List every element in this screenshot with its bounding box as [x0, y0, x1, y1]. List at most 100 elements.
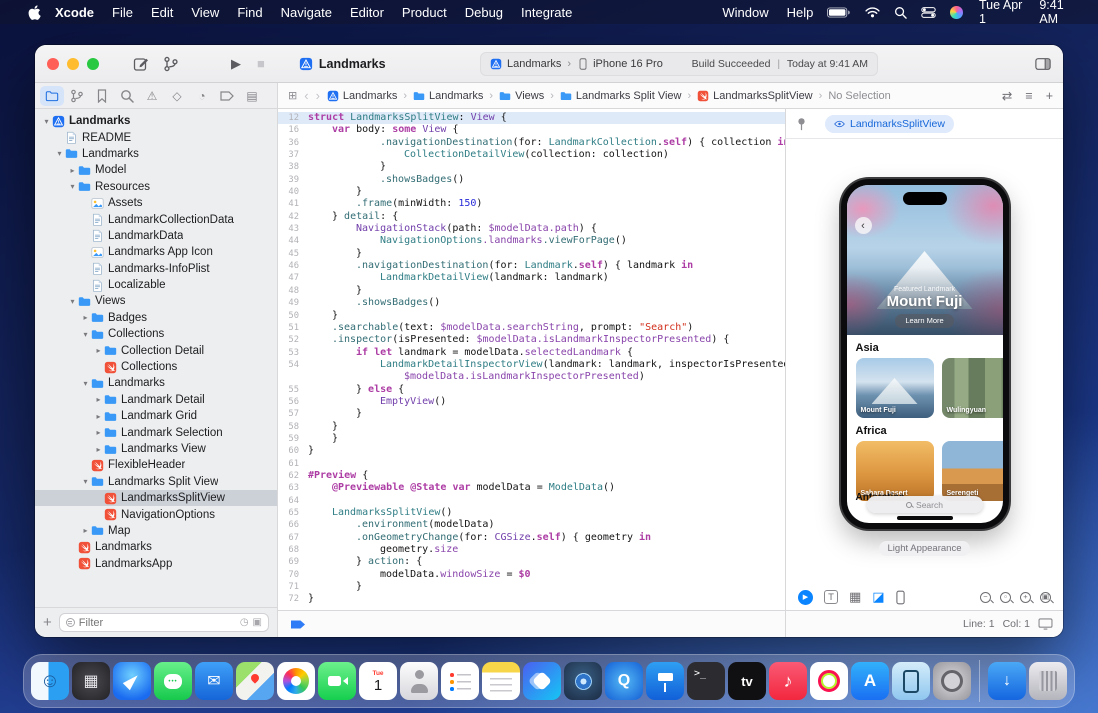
file-row-landmarks-app-icon[interactable]: Landmarks App Icon — [35, 244, 277, 260]
navigator-tab-breakpoints[interactable] — [215, 86, 239, 106]
file-row-collections[interactable]: ▾Collections — [35, 326, 277, 342]
dock-launchpad[interactable] — [72, 662, 110, 700]
code-line[interactable]: 66.environment(modelData) — [278, 519, 785, 531]
file-row-landmark-selection[interactable]: ▸Landmark Selection — [35, 424, 277, 440]
dock-music[interactable] — [769, 662, 807, 700]
disclosure-icon[interactable]: ▸ — [93, 428, 104, 437]
display-icon[interactable] — [1038, 618, 1053, 630]
file-row-landmarks[interactable]: Landmarks — [35, 539, 277, 555]
battery-icon[interactable] — [827, 7, 851, 18]
code-line[interactable]: 69} action: { — [278, 556, 785, 568]
file-row-collections[interactable]: Collections — [35, 359, 277, 375]
navigator-tab-source-control[interactable] — [65, 86, 89, 106]
add-file-button[interactable]: + — [43, 614, 52, 631]
dock-photo-booth[interactable] — [564, 662, 602, 700]
wifi-icon[interactable] — [865, 7, 880, 18]
dock-app-store[interactable] — [851, 662, 889, 700]
file-row-resources[interactable]: ▾Resources — [35, 179, 277, 195]
disclosure-icon[interactable]: ▾ — [80, 379, 91, 388]
stop-button[interactable]: ■ — [257, 56, 265, 71]
preview-pill[interactable]: LandmarksSplitView — [825, 115, 954, 133]
code-line[interactable]: 64 — [278, 495, 785, 507]
dock-keynote[interactable] — [646, 662, 684, 700]
live-preview-button[interactable]: ▶ — [798, 590, 813, 605]
dock-messages[interactable] — [154, 662, 192, 700]
file-row-assets[interactable]: Assets — [35, 195, 277, 211]
code-line[interactable]: 70modelData.windowSize = $0 — [278, 569, 785, 581]
branch-icon[interactable] — [163, 56, 179, 72]
navigator-tab-tests[interactable]: ◇ — [165, 86, 189, 106]
code-line[interactable]: 59} — [278, 433, 785, 445]
file-row-landmarkcollectiondata[interactable]: LandmarkCollectionData — [35, 211, 277, 227]
destination-menu[interactable]: iPhone 16 Pro — [593, 58, 663, 70]
menu-integrate[interactable]: Integrate — [521, 5, 572, 20]
dock-reminders[interactable] — [441, 662, 479, 700]
file-row-model[interactable]: ▸Model — [35, 162, 277, 178]
breadcrumb-views[interactable]: Views — [499, 90, 544, 102]
disclosure-icon[interactable]: ▸ — [93, 346, 104, 355]
navigator-tab-find[interactable] — [115, 86, 139, 106]
file-row-landmarks[interactable]: ▾Landmarks — [35, 113, 277, 129]
back-button[interactable]: ‹ — [855, 217, 872, 234]
code-line[interactable]: 44NavigationOptions.landmarks.viewForPag… — [278, 235, 785, 247]
iphone-preview[interactable]: ‹ Featured Landmark Mount Fuji Learn Mor… — [841, 179, 1009, 529]
code-line[interactable]: 68geometry.size — [278, 544, 785, 556]
disclosure-icon[interactable]: ▸ — [93, 445, 104, 454]
menu-file[interactable]: File — [112, 5, 133, 20]
breadcrumb-landmarkssplitview[interactable]: LandmarksSplitView — [697, 90, 812, 102]
forward-icon[interactable]: › — [316, 88, 320, 103]
code-line[interactable]: 47LandmarkDetailView(landmark: landmark) — [278, 272, 785, 284]
code-line[interactable]: 50} — [278, 310, 785, 322]
file-row-localizable[interactable]: Localizable — [35, 277, 277, 293]
code-line[interactable]: 48} — [278, 285, 785, 297]
menu-edit[interactable]: Edit — [151, 5, 173, 20]
dock-quicktime[interactable] — [605, 662, 643, 700]
zoom-fit-icon[interactable]: ▣ — [1040, 592, 1051, 603]
dock-calendar[interactable]: Tue1 — [359, 662, 397, 700]
file-row-badges[interactable]: ▸Badges — [35, 310, 277, 326]
learn-more-button[interactable]: Learn More — [895, 314, 953, 328]
window-tab[interactable]: Landmarks — [299, 57, 386, 71]
breadcrumb-landmarks[interactable]: Landmarks — [413, 90, 483, 102]
compose-icon[interactable] — [133, 56, 149, 72]
code-line[interactable]: 52.inspector(isPresented: $modelData.isL… — [278, 334, 785, 346]
dock-terminal[interactable] — [687, 662, 725, 700]
disclosure-icon[interactable]: ▸ — [67, 166, 78, 175]
file-row-landmarks-split-view[interactable]: ▾Landmarks Split View — [35, 474, 277, 490]
disclosure-icon[interactable]: ▾ — [67, 297, 78, 306]
file-row-landmarkdata[interactable]: LandmarkData — [35, 228, 277, 244]
add-editor-icon[interactable]: + — [1046, 89, 1053, 103]
dock-downloads[interactable] — [988, 662, 1026, 700]
menu-view[interactable]: View — [191, 5, 219, 20]
filter-input[interactable] — [79, 617, 236, 629]
code-line[interactable]: 43NavigationStack(path: $modelData.path)… — [278, 223, 785, 235]
code-line[interactable]: 42} detail: { — [278, 211, 785, 223]
dock-settings[interactable] — [933, 662, 971, 700]
dock-contacts[interactable] — [400, 662, 438, 700]
filter-field[interactable]: ◷ ▣ — [59, 613, 269, 632]
menu-help[interactable]: Help — [787, 5, 814, 20]
breadcrumb-landmarks[interactable]: Landmarks — [327, 90, 397, 102]
breadcrumb-landmarks-split-view[interactable]: Landmarks Split View — [560, 90, 682, 102]
code-line[interactable]: 56EmptyView() — [278, 396, 785, 408]
file-row-flexibleheader[interactable]: FlexibleHeader — [35, 457, 277, 473]
dock-facetime[interactable] — [318, 662, 356, 700]
minimap-icon[interactable]: ≡ — [1025, 89, 1032, 103]
app-menu-xcode[interactable]: Xcode — [55, 5, 94, 20]
back-icon[interactable]: ‹ — [304, 88, 308, 103]
file-row-collection-detail[interactable]: ▸Collection Detail — [35, 342, 277, 358]
search-icon[interactable] — [894, 6, 907, 19]
code-line[interactable]: 53if let landmark = modelData.selectedLa… — [278, 347, 785, 359]
code-line[interactable]: 46.navigationDestination(for: Landmark.s… — [278, 260, 785, 272]
siri-icon[interactable] — [950, 6, 963, 19]
disclosure-icon[interactable]: ▾ — [54, 149, 65, 158]
navigator-tab-bookmarks[interactable] — [90, 86, 114, 106]
file-row-landmarksapp[interactable]: LandmarksApp — [35, 556, 277, 572]
code-line[interactable]: 60} — [278, 445, 785, 457]
navigator-tab-project[interactable] — [40, 86, 64, 106]
dock-photos[interactable] — [277, 662, 315, 700]
disclosure-icon[interactable]: ▾ — [41, 117, 52, 126]
dock-tv[interactable] — [728, 662, 766, 700]
dock-finder[interactable] — [31, 662, 69, 700]
file-row-landmark-detail[interactable]: ▸Landmark Detail — [35, 392, 277, 408]
